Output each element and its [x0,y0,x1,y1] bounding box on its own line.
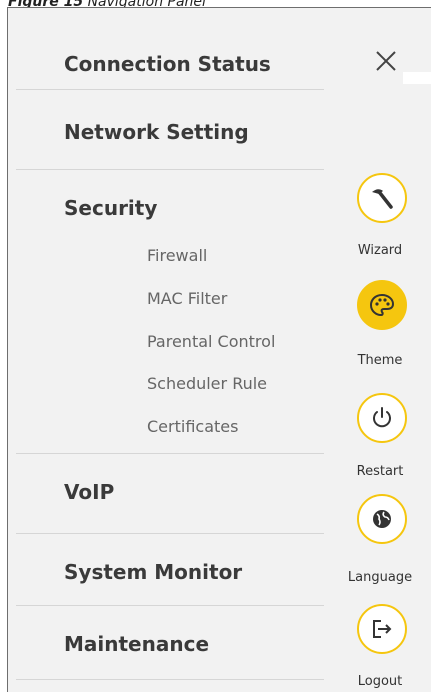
wizard-button[interactable] [357,173,407,223]
logout-label: Logout [357,674,403,689]
submenu-item-mac-filter[interactable]: MAC Filter [147,289,227,308]
menu-item-label: VoIP [64,480,115,504]
power-icon [373,407,391,428]
side-toolbar: Wizard Theme Restart Language Logout [328,16,439,700]
logout-button[interactable] [357,604,407,654]
menu-item-security[interactable]: Security Firewall MAC Filter Parental Co… [16,170,324,454]
menu-item-network-setting[interactable]: Network Setting [16,90,324,170]
menu-item-maintenance[interactable]: Maintenance [16,606,324,680]
wizard-label: Wizard [357,243,403,258]
menu-item-connection-status[interactable]: Connection Status [16,16,324,90]
close-area [403,72,439,84]
theme-button[interactable] [357,280,407,330]
menu-item-label: Maintenance [64,632,210,656]
submenu-item-certificates[interactable]: Certificates [147,417,238,436]
submenu-item-firewall[interactable]: Firewall [147,246,207,265]
close-button[interactable] [375,50,397,72]
navigation-panel: Connection Status Network Setting Securi… [7,7,439,692]
close-icon [376,51,396,71]
menu-item-voip[interactable]: VoIP [16,454,324,534]
restart-button[interactable] [357,393,407,443]
palette-icon [369,293,395,317]
wand-icon [372,189,393,209]
language-button[interactable] [357,494,407,544]
submenu-item-scheduler-rule[interactable]: Scheduler Rule [147,374,267,393]
globe-icon [373,510,391,528]
menu-item-label: System Monitor [64,560,243,584]
menu-item-label: Connection Status [64,52,271,76]
menu-item-label: Network Setting [64,120,249,144]
menu-item-system-monitor[interactable]: System Monitor [16,534,324,606]
submenu-item-parental-control[interactable]: Parental Control [147,332,275,351]
restart-label: Restart [356,464,404,479]
theme-label: Theme [357,353,403,368]
language-label: Language [347,570,413,585]
logout-icon [373,620,392,638]
menu-item-label: Security [64,196,158,220]
